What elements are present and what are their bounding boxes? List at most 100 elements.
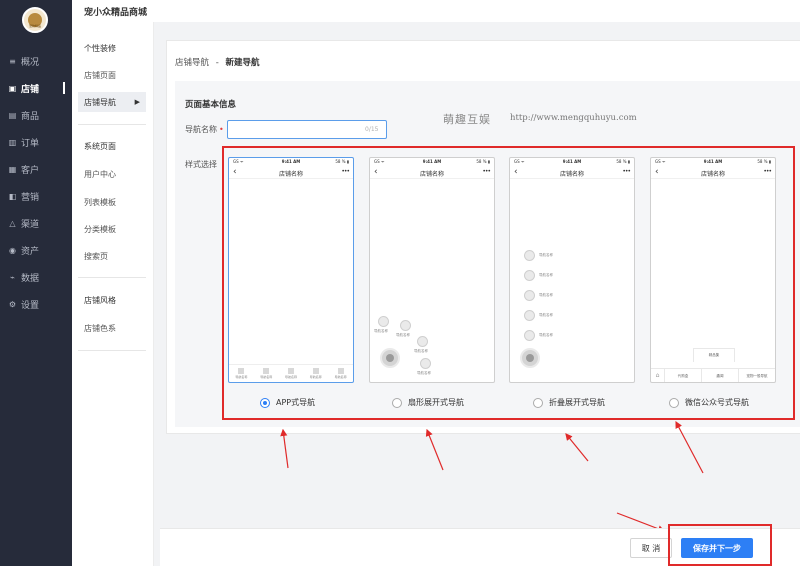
sidebar-item-data[interactable]: ⌁ 数据 <box>0 267 72 287</box>
preview-fold-nav[interactable]: GS ᯤ 9:41 AM 58 % ▮ ‹ 店铺名称 ••• 导航名称 导航名称 导航名… <box>509 157 635 383</box>
phone-title: 店铺名称 <box>559 171 585 178</box>
order-icon: ▥ <box>8 137 17 147</box>
sidebar-item-label: 订单 <box>21 138 40 149</box>
logo-text: 宠物精品 <box>28 24 41 28</box>
nav-name-input[interactable] <box>227 120 387 139</box>
tab-icon <box>287 368 294 374</box>
tab-item: 导航名称 <box>229 365 254 382</box>
tab-icon <box>238 368 245 374</box>
sidebar-item-label: 设置 <box>21 300 40 311</box>
preview-wechat-nav[interactable]: GS ᯤ 9:41 AM 58 % ▮ ‹ 店铺名称 ••• 精品集 ⌂ 代购盒 趣闻 … <box>650 157 776 383</box>
status-time: 9:41 AM <box>562 159 582 164</box>
fan-item-label: 导航名称 <box>374 329 388 333</box>
watermark-brand: 萌趣互娱 <box>443 113 491 126</box>
preview-fan-nav[interactable]: GS ᯤ 9:41 AM 58 % ▮ ‹ 店铺名称 ••• 导航名称 导航名称 导航名… <box>369 157 495 383</box>
tab-label: 导航名称 <box>260 375 273 379</box>
submenu-item-search-page[interactable]: 搜索页 <box>78 246 146 266</box>
list-icon: ≡ <box>9 56 16 66</box>
fold-item: 导航名称 <box>524 310 553 321</box>
watermark-url: http://www.mengquhuyu.com <box>510 113 637 123</box>
submenu-item-label: 分类模板 <box>84 224 116 234</box>
submenu-item-label: 搜索页 <box>84 251 108 261</box>
fold-item: 导航名称 <box>524 290 553 301</box>
submenu-item-category-template[interactable]: 分类模板 <box>78 219 146 239</box>
back-icon: ‹ <box>233 167 237 177</box>
more-icon: ••• <box>763 168 772 175</box>
radio-label: 折叠展开式导航 <box>549 398 605 407</box>
fold-item: 导航名称 <box>524 250 553 261</box>
submenu-group-decoration: 个性装修 <box>84 44 116 53</box>
sidebar-item-customers[interactable]: ▦ 客户 <box>0 159 72 179</box>
submenu-item-label: 店铺页面 <box>84 70 116 80</box>
channel-icon: △ <box>9 218 16 228</box>
char-counter: 0/15 <box>365 126 379 133</box>
phone-navbar: ‹ 店铺名称 ••• <box>510 167 634 179</box>
radio-fold-nav[interactable]: 折叠展开式导航 <box>533 397 605 408</box>
sidebar-item-orders[interactable]: ▥ 订单 <box>0 132 72 152</box>
shop-name: 宠小众精品商城 <box>84 8 148 18</box>
radio-label: 微信公众号式导航 <box>685 398 749 407</box>
radio-dot <box>392 397 402 408</box>
sidebar-item-label: 店铺 <box>21 84 40 95</box>
back-icon: ‹ <box>374 167 378 177</box>
submenu-item-list-template[interactable]: 列表模板 <box>78 192 146 212</box>
sidebar-item-label: 商品 <box>21 111 40 122</box>
sidebar-item-overview[interactable]: ≡ 概况 <box>0 51 72 71</box>
signal-icon: GS ᯤ <box>655 159 666 164</box>
phone-navbar: ‹ 店铺名称 ••• <box>229 167 353 179</box>
radio-dot <box>669 397 679 408</box>
phone-title: 店铺名称 <box>700 171 726 178</box>
fan-item <box>400 320 411 331</box>
shop-icon: ▣ <box>8 83 17 93</box>
phone-title: 店铺名称 <box>419 171 445 178</box>
required-mark: • <box>219 125 224 134</box>
more-icon: ••• <box>341 168 350 175</box>
wechat-menu-bar: ⌂ 代购盒 趣闻 宠物一般导航 <box>651 368 775 382</box>
radio-wechat-nav[interactable]: 微信公众号式导航 <box>669 397 749 408</box>
radio-dot <box>533 397 543 408</box>
sidebar-item-shop[interactable]: ▣ 店铺 <box>0 78 72 98</box>
sidebar-item-label: 资产 <box>21 246 40 257</box>
fold-item-label: 导航名称 <box>539 313 553 317</box>
arrow-to-app-nav <box>280 428 289 469</box>
submenu-item-store-nav[interactable]: 店铺导航 ▶ <box>78 92 146 112</box>
submenu-item-label: 列表模板 <box>84 197 116 207</box>
radio-fan-nav[interactable]: 扇形展开式导航 <box>392 397 464 408</box>
wechat-menu-item: 宠物一般导航 <box>746 373 768 378</box>
arrow-to-fold-nav <box>565 433 589 462</box>
sidebar-item-channels[interactable]: △ 渠道 <box>0 213 72 233</box>
tab-icon <box>337 368 344 374</box>
submenu-divider <box>78 350 146 351</box>
sidebar-item-settings[interactable]: ⚙ 设置 <box>0 294 72 314</box>
breadcrumb-parent[interactable]: 店铺导航 <box>175 58 209 68</box>
sidebar-item-marketing[interactable]: ◧ 营销 <box>0 186 72 206</box>
status-time: 9:41 AM <box>703 159 723 164</box>
radio-label: 扇形展开式导航 <box>408 398 464 407</box>
preview-app-nav[interactable]: GS ᯤ 9:41 AM 58 % ▮ ‹ 店铺名称 ••• 导航名称 导航名称 导航名… <box>228 157 354 383</box>
secondary-menu: 个性装修 店铺页面 店铺导航 ▶ 系统页面 用户中心 列表模板 分类模板 搜索页 … <box>72 22 154 566</box>
wechat-submenu-item: 精品集 <box>693 348 735 362</box>
submenu-item-label: 店铺导航 <box>84 97 116 107</box>
tab-icon <box>263 368 270 374</box>
submenu-item-label: 店铺色系 <box>84 323 116 333</box>
submenu-item-label: 用户中心 <box>84 169 116 179</box>
breadcrumb-current: 新建导航 <box>225 58 260 68</box>
radio-app-nav[interactable]: APP式导航 <box>260 397 315 408</box>
fold-item-label: 导航名称 <box>539 253 553 257</box>
fan-item-label: 导航名称 <box>414 349 428 353</box>
fold-main-button <box>520 348 540 368</box>
submenu-divider <box>78 277 146 278</box>
data-icon: ⌁ <box>10 272 15 282</box>
phone-tabbar: 导航名称 导航名称 导航名称 导航名称 导航名称 <box>229 364 353 382</box>
sidebar-item-goods[interactable]: ▤ 商品 <box>0 105 72 125</box>
submenu-group-system: 系统页面 <box>84 142 116 151</box>
store-logo[interactable]: 宠物精品 <box>22 7 48 33</box>
sidebar-item-assets[interactable]: ◉ 资产 <box>0 240 72 260</box>
phone-navbar: ‹ 店铺名称 ••• <box>651 167 775 179</box>
name-label-text: 导航名称 <box>185 125 217 134</box>
submenu-item-store-color[interactable]: 店铺色系 <box>78 318 146 338</box>
signal-icon: GS ᯤ <box>233 159 244 164</box>
cancel-button[interactable]: 取 消 <box>630 538 672 558</box>
submenu-item-user-center[interactable]: 用户中心 <box>78 164 146 184</box>
submenu-item-store-page[interactable]: 店铺页面 <box>78 65 146 85</box>
